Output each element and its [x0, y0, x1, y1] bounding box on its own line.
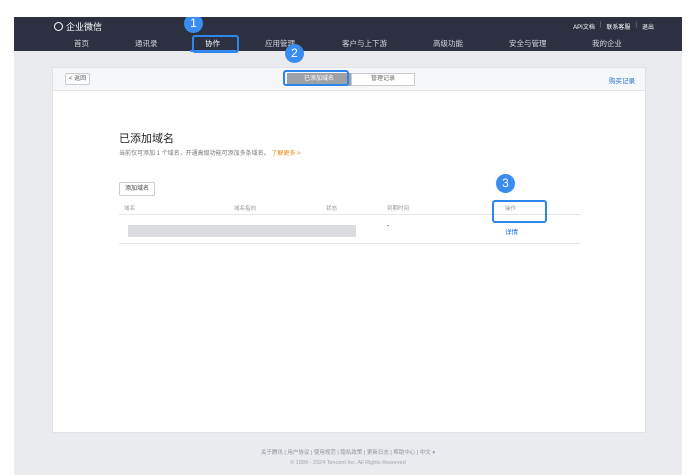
header-links: API文档 | 联系客服 | 退出	[573, 22, 654, 31]
description-text: 当前仅可添加 1 个域名，开通高级功能可添加多条域名。	[119, 151, 270, 157]
nav-contacts[interactable]: 通讯录	[135, 38, 158, 49]
tab-management-log[interactable]: 管理记录	[351, 73, 415, 86]
page-title: 已添加域名	[119, 133, 174, 145]
step-badge-3: 3	[496, 174, 515, 193]
contact-support-link[interactable]: 联系客服	[606, 22, 630, 31]
wecom-logo-icon	[54, 22, 63, 31]
footer-copyright: © 1998 - 2024 Tencent Inc. All Rights Re…	[290, 460, 406, 466]
column-expiry: 到期时间	[387, 206, 410, 212]
add-domain-button[interactable]: 添加域名	[119, 182, 156, 196]
nav-security[interactable]: 安全与管理	[509, 38, 547, 49]
annotation-highlight-detail	[492, 200, 547, 223]
purchase-records-link[interactable]: 购买记录	[609, 75, 635, 85]
nav-my-company[interactable]: 我的企业	[592, 38, 622, 49]
logo[interactable]: 企业微信	[54, 20, 102, 33]
column-status: 状态	[326, 206, 338, 212]
annotation-highlight-nav	[192, 35, 239, 53]
logo-text: 企业微信	[66, 22, 103, 32]
column-domain-target: 域名指向	[234, 206, 257, 212]
detail-link[interactable]: 详情	[505, 226, 518, 236]
divider: |	[599, 22, 602, 28]
domain-panel: < 返回 已添加域名 管理记录 购买记录 已添加域名 当前仅可添加 1 个域名，…	[52, 67, 646, 433]
footer-links[interactable]: 关于腾讯 | 用户协议 | 使用规范 | 隐私政策 | 更新日志 | 帮助中心 …	[14, 448, 682, 456]
annotation-highlight-tab	[283, 70, 349, 86]
main-nav: 首页 通讯录 协作 应用管理 客户与上下游 高级功能 安全与管理 我的企业	[14, 36, 682, 51]
learn-more-link[interactable]: 了解更多 >	[271, 151, 300, 157]
back-button[interactable]: < 返回	[65, 73, 91, 85]
step-badge-2: 2	[285, 44, 304, 63]
app-window: 企业微信 API文档 | 联系客服 | 退出 首页 通讯录 协作 应用管理 客户…	[14, 17, 682, 475]
api-docs-link[interactable]: API文档	[573, 22, 595, 31]
logout-link[interactable]: 退出	[642, 22, 654, 31]
top-navigation-bar: 企业微信 API文档 | 联系客服 | 退出 首页 通讯录 协作 应用管理 客户…	[14, 17, 682, 52]
sub-toolbar: < 返回 已添加域名 管理记录 购买记录	[53, 68, 645, 91]
nav-customers[interactable]: 客户与上下游	[342, 38, 387, 49]
nav-home[interactable]: 首页	[74, 38, 89, 49]
expiry-value: -	[387, 223, 390, 230]
nav-advanced[interactable]: 高级功能	[433, 38, 463, 49]
masked-domain-placeholder	[128, 225, 356, 237]
page-description: 当前仅可添加 1 个域名，开通高级功能可添加多条域名。 了解更多 >	[119, 148, 301, 157]
divider: |	[635, 22, 637, 28]
column-domain: 域名	[124, 206, 136, 212]
